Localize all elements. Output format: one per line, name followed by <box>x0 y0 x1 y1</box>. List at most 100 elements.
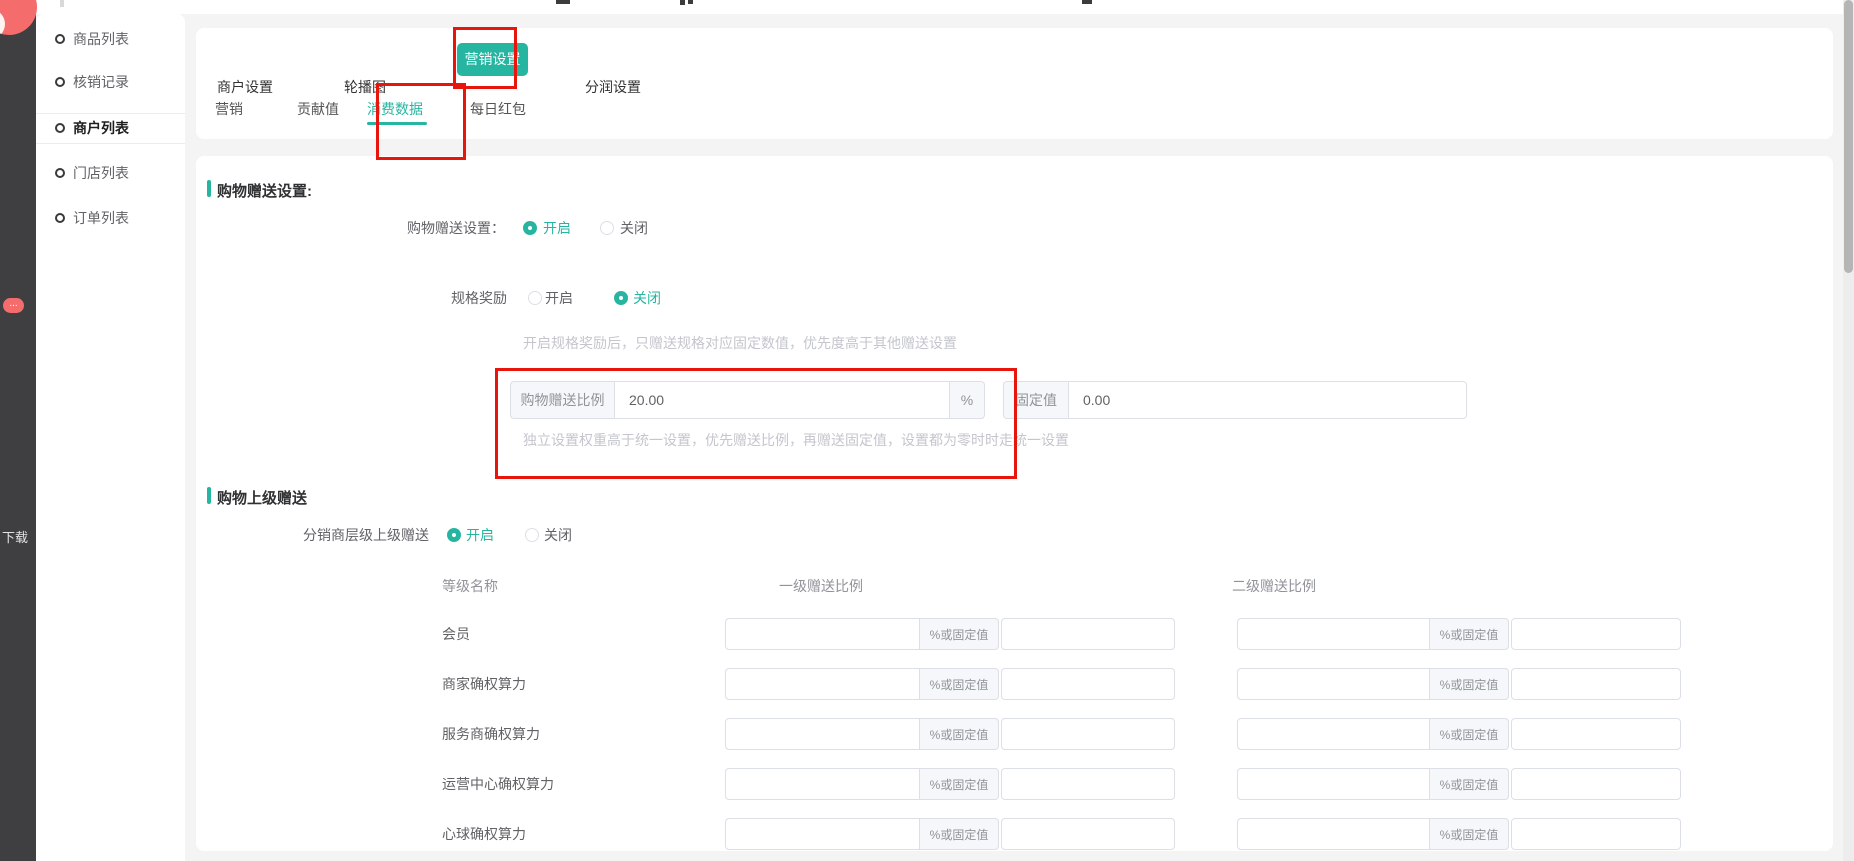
unit-hint: %或固定值 <box>920 718 999 750</box>
ratio-value-input[interactable] <box>725 668 920 700</box>
fixed-input-prepend: 固定值 <box>1003 381 1068 419</box>
clipped-text-mark <box>680 0 685 5</box>
fixed-value-input[interactable] <box>1511 618 1681 650</box>
tab-profit-settings[interactable]: 分润设置 <box>585 77 641 97</box>
ratio-input-prepend: 购物赠送比例 <box>510 381 614 419</box>
first-ratio-cell: %或固定值 <box>725 668 1175 700</box>
first-ratio-cell: %或固定值 <box>725 768 1175 800</box>
section-title-shopping-gift: 购物赠送设置: <box>217 180 312 201</box>
clipped-text-mark <box>1082 0 1092 4</box>
second-ratio-cell: %或固定值 <box>1237 768 1681 800</box>
ratio-value-input[interactable] <box>1237 668 1430 700</box>
more-floating-button[interactable]: ... <box>3 298 24 313</box>
dist-on-radio[interactable] <box>447 528 461 542</box>
tab-marketing-settings[interactable]: 营销设置 <box>457 43 528 76</box>
ratio-input-group: 购物赠送比例 % <box>510 381 985 419</box>
fixed-value-input[interactable] <box>1511 668 1681 700</box>
ratio-value-input[interactable] <box>1237 818 1430 850</box>
ratio-value-input[interactable] <box>1237 768 1430 800</box>
ratio-value-input[interactable] <box>725 768 920 800</box>
second-ratio-cell: %或固定值 <box>1237 668 1681 700</box>
second-ratio-cell: %或固定值 <box>1237 618 1681 650</box>
ratio-value-input[interactable] <box>1237 618 1430 650</box>
fixed-value-input[interactable] <box>1001 718 1175 750</box>
ratio-value-input[interactable] <box>725 718 920 750</box>
subtab-daily-redpacket[interactable]: 每日红包 <box>470 99 526 119</box>
download-label[interactable]: 下载 <box>2 527 28 546</box>
row-label: 运营中心确权算力 <box>442 768 554 800</box>
circle-icon <box>55 123 65 133</box>
dist-off-radio[interactable] <box>525 528 539 542</box>
gift-radio-label: 购物赠送设置： <box>407 218 505 238</box>
fixed-input-group: 固定值 <box>1003 381 1467 419</box>
unit-hint: %或固定值 <box>920 618 999 650</box>
circle-icon <box>55 213 65 223</box>
fixed-value-input[interactable] <box>1001 618 1175 650</box>
fixed-input[interactable] <box>1068 381 1467 419</box>
unit-hint: %或固定值 <box>1430 818 1509 850</box>
tab-carousel[interactable]: 轮播图 <box>344 77 386 97</box>
section-title-upper-gift: 购物上级赠送 <box>217 487 307 508</box>
left-dock-rail <box>0 0 36 861</box>
dist-on-label[interactable]: 开启 <box>466 525 494 545</box>
circle-icon <box>55 77 65 87</box>
spec-on-label[interactable]: 开启 <box>545 288 573 308</box>
ratio-input[interactable] <box>614 381 950 419</box>
circle-icon <box>55 34 65 44</box>
active-subtab-underline <box>367 122 427 125</box>
clipped-text-mark <box>688 0 693 4</box>
unit-hint: %或固定值 <box>920 668 999 700</box>
spec-radio-label: 规格奖励 <box>451 288 507 308</box>
sidebar-item-label: 门店列表 <box>73 163 129 183</box>
unit-hint: %或固定值 <box>1430 668 1509 700</box>
sidebar-item-label: 核销记录 <box>73 72 129 92</box>
sidebar-item-merchant-list[interactable]: 商户列表 <box>36 113 185 143</box>
ratio-value-input[interactable] <box>725 818 920 850</box>
sidebar-item-verify-records[interactable]: 核销记录 <box>36 67 185 97</box>
section-accent-bar <box>207 487 211 504</box>
unit-hint: %或固定值 <box>920 818 999 850</box>
row-label: 服务商确权算力 <box>442 718 540 750</box>
fixed-value-input[interactable] <box>1511 818 1681 850</box>
sidebar-item-goods-list[interactable]: 商品列表 <box>36 24 185 54</box>
gift-off-label[interactable]: 关闭 <box>620 218 648 238</box>
row-label: 商家确权算力 <box>442 668 526 700</box>
spec-hint: 开启规格奖励后，只赠送规格对应固定数值，优先度高于其他赠送设置 <box>523 335 957 351</box>
row-label: 心球确权算力 <box>442 818 526 850</box>
scrollbar-thumb[interactable] <box>1844 0 1853 273</box>
gift-off-radio[interactable] <box>600 221 614 235</box>
fixed-value-input[interactable] <box>1001 818 1175 850</box>
sidebar-item-order-list[interactable]: 订单列表 <box>36 203 185 233</box>
col-header-second-ratio: 二级赠送比例 <box>1232 576 1316 596</box>
section-accent-bar <box>207 180 211 197</box>
spec-off-radio[interactable] <box>614 291 628 305</box>
spec-off-label[interactable]: 关闭 <box>633 288 661 308</box>
gift-on-label[interactable]: 开启 <box>543 218 571 238</box>
subtab-contribution[interactable]: 贡献值 <box>297 99 339 119</box>
subtab-consumption-data[interactable]: 消费数据 <box>367 99 423 119</box>
unit-hint: %或固定值 <box>1430 718 1509 750</box>
divider <box>36 143 185 144</box>
dist-off-label[interactable]: 关闭 <box>544 525 572 545</box>
first-ratio-cell: %或固定值 <box>725 618 1175 650</box>
fixed-value-input[interactable] <box>1511 718 1681 750</box>
spec-on-radio[interactable] <box>528 291 542 305</box>
subtab-marketing[interactable]: 营销 <box>215 99 243 119</box>
gift-on-radio[interactable] <box>523 221 537 235</box>
tab-merchant-settings[interactable]: 商户设置 <box>217 77 273 97</box>
fixed-value-input[interactable] <box>1511 768 1681 800</box>
tabs-panel: 商户设置 轮播图 营销设置 分润设置 营销 贡献值 消费数据 每日红包 <box>196 28 1833 139</box>
first-ratio-cell: %或固定值 <box>725 718 1175 750</box>
col-header-first-ratio: 一级赠送比例 <box>779 576 863 596</box>
unit-hint: %或固定值 <box>920 768 999 800</box>
fixed-value-input[interactable] <box>1001 668 1175 700</box>
sidebar: 商品列表 核销记录 商户列表 门店列表 订单列表 <box>36 14 185 861</box>
ratio-value-input[interactable] <box>725 618 920 650</box>
row-label: 会员 <box>442 618 470 650</box>
percent-suffix: % <box>950 381 985 419</box>
fixed-value-input[interactable] <box>1001 768 1175 800</box>
ratio-value-input[interactable] <box>1237 718 1430 750</box>
app-screen: ... 下载 商品列表 核销记录 商户列表 门店列表 订单列表 <box>0 0 1854 861</box>
sidebar-item-store-list[interactable]: 门店列表 <box>36 158 185 188</box>
circle-icon <box>55 168 65 178</box>
